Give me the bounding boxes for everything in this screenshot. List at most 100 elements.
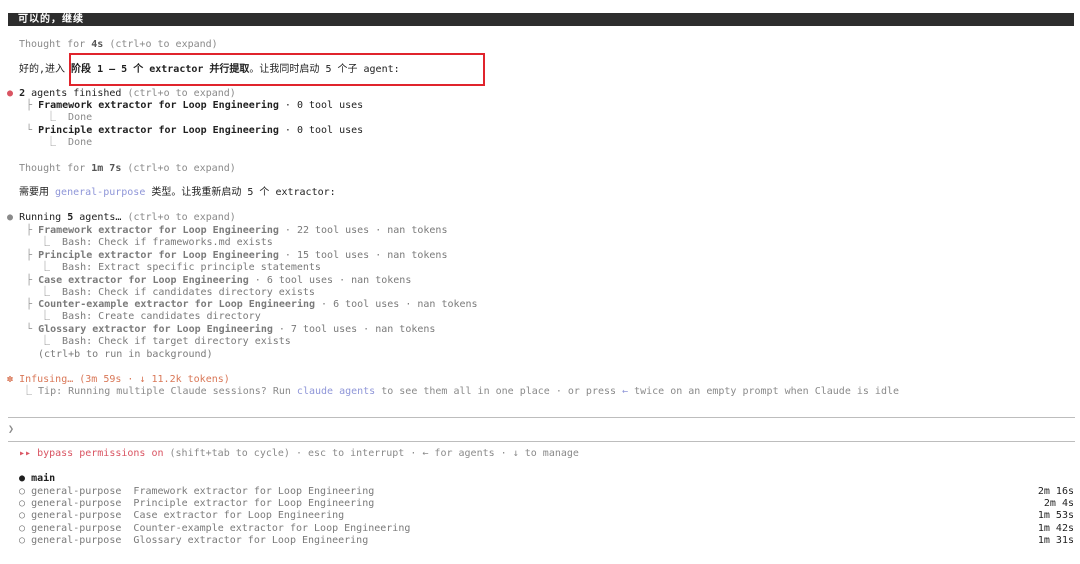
agent-activity: Bash: Check if frameworks.md exists [62,237,273,248]
agent-name: Principle extractor for Loop Engineering [38,250,279,261]
reply-tail: 类型。让我重新启动 5 个 extractor: [145,187,336,198]
status-dot-icon: ● [7,88,14,99]
agent-row[interactable]: ○ general-purpose Glossary extractor for… [19,535,1074,547]
agent-desc: Framework extractor for Loop Engineering [133,486,375,497]
agent-result: Done [68,137,93,148]
running-agent-item: ├ Framework extractor for Loop Engineeri… [26,225,447,237]
expand-hint: (ctrl+o to expand) [103,39,218,50]
unselected-dot-icon: ○ [19,510,26,521]
agent-row[interactable]: ○ general-purpose Framework extractor fo… [19,486,1074,498]
agent-stats: · 7 tool uses · nan tokens [272,324,436,335]
thought-prefix: Thought for [19,39,92,50]
agent-row-main[interactable]: ● main [19,473,55,485]
tip-text: to see them all in one place · or press [375,386,623,397]
user-message: 可以的，继续 [18,14,84,25]
prompt-chevron-icon: ❯ [8,424,15,435]
agent-time: 2m 16s [1037,486,1074,497]
result-corner-icon: ⎿ [40,287,50,298]
unselected-dot-icon: ○ [19,535,26,546]
agent-type: general-purpose [31,535,122,546]
agent-type-code: general-purpose [55,187,146,198]
status-line: ✽ Infusing… (3m 59s · ↓ 11.2k tokens) [7,374,230,386]
tree-branch-icon: ├ [26,225,33,236]
reply-lead: 好的,进入 [19,64,72,75]
result-corner-icon: ⎿ [40,336,50,347]
agent-row[interactable]: ○ general-purpose Principle extractor fo… [19,498,1074,510]
status-text: Infusing… [19,374,74,385]
running-agent-item: ├ Principle extractor for Loop Engineeri… [26,250,447,262]
agent-type: general-purpose [31,510,122,521]
agent-time: 1m 53s [1037,510,1074,521]
assistant-reply-2: 需要用 general-purpose 类型。让我重新启动 5 个 extrac… [19,187,336,199]
running-agent-item: ├ Counter-example extractor for Loop Eng… [26,299,478,311]
agent-name: Framework extractor for Loop Engineering [38,225,279,236]
agent-desc: Glossary extractor for Loop Engineering [133,535,369,546]
agent-activity: Bash: Extract specific principle stateme… [62,262,321,273]
agent-type: general-purpose [31,486,122,497]
running-agent-activity: ⎿ Bash: Check if frameworks.md exists [40,237,273,249]
agents-finished-header[interactable]: ● 2 agents finished (ctrl+o to expand) [7,88,236,100]
agent-stats: · 22 tool uses · nan tokens [278,225,448,236]
agent-name: Framework extractor for Loop Engineering [38,100,279,111]
unselected-dot-icon: ○ [19,486,26,497]
result-corner-icon: ⎿ [46,137,56,148]
finished-agent-item: ├ Framework extractor for Loop Engineeri… [26,100,363,112]
tree-branch-icon: ├ [26,250,33,261]
agent-desc: Principle extractor for Loop Engineering [133,498,375,509]
running-agents-header[interactable]: ● Running 5 agents… (ctrl+o to expand) [7,212,236,224]
agents-label: agents… [73,212,122,223]
running-agent-item: └ Glossary extractor for Loop Engineerin… [26,324,435,336]
tip-text: twice on an empty prompt when Claude is … [628,386,900,397]
result-corner-icon: ⎿ [40,262,50,273]
thought-duration: 4s [91,39,104,50]
reply-lead: 需要用 [19,187,56,198]
tree-branch-icon: └ [26,125,33,136]
agent-name: Glossary extractor for Loop Engineering [38,324,273,335]
running-agent-activity: ⎿ Bash: Create candidates directory [40,311,261,323]
agent-stats: · 15 tool uses · nan tokens [278,250,448,261]
highlight-annotation [69,53,485,86]
selected-dot-icon: ● [19,473,26,484]
agent-result: Done [68,112,93,123]
agent-stats: · 0 tool uses [278,100,364,111]
agent-time: 1m 42s [1037,523,1074,534]
agent-time: 1m 31s [1037,535,1074,546]
result-corner-icon: ⎿ [46,112,56,123]
prompt-input[interactable]: ❯ [8,424,1068,436]
background-hint: (ctrl+b to run in background) [38,349,213,360]
result-corner-icon: ⎿ [40,311,50,322]
tree-branch-icon: ├ [26,100,33,111]
thought-duration: 1m 7s [91,163,122,174]
agent-row[interactable]: ○ general-purpose Counter-example extrac… [19,523,1074,535]
permission-mode[interactable]: bypass permissions on [31,448,163,459]
thought-collapsed-1[interactable]: Thought for 4s (ctrl+o to expand) [19,39,218,51]
fast-forward-icon: ▸▸ [19,448,32,459]
result-corner-icon: ⎿ [22,386,32,397]
tree-branch-icon: ├ [26,275,33,286]
agent-name: Counter-example extractor for Loop Engin… [38,299,316,310]
running-prefix: Running [19,212,68,223]
agent-desc: Counter-example extractor for Loop Engin… [133,523,411,534]
status-meta: (3m 59s · ↓ 11.2k tokens) [73,374,230,385]
unselected-dot-icon: ○ [19,523,26,534]
footer-hints: (shift+tab to cycle) · esc to interrupt … [163,448,579,459]
thought-collapsed-2[interactable]: Thought for 1m 7s (ctrl+o to expand) [19,163,236,175]
agent-stats: · 0 tool uses [278,125,364,136]
tree-branch-icon: ├ [26,299,33,310]
expand-hint: (ctrl+o to expand) [121,163,236,174]
tree-branch-icon: └ [26,324,33,335]
agent-activity: Bash: Check if candidates directory exis… [62,287,315,298]
running-agent-activity: ⎿ Bash: Extract specific principle state… [40,262,321,274]
agent-activity: Bash: Create candidates directory [62,311,261,322]
finished-agent-item: └ Principle extractor for Loop Engineeri… [26,125,363,137]
agent-row[interactable]: ○ general-purpose Case extractor for Loo… [19,510,1074,522]
thought-prefix: Thought for [19,163,92,174]
tip-command: claude agents [296,386,376,397]
running-agent-item: ├ Case extractor for Loop Engineering · … [26,275,411,287]
agent-name: Principle extractor for Loop Engineering [38,125,279,136]
expand-hint: (ctrl+o to expand) [121,212,236,223]
agent-time: 2m 4s [1043,498,1074,509]
prompt-bottom-rule [8,441,1075,442]
tip-text: Tip: Running multiple Claude sessions? R… [38,386,297,397]
result-corner-icon: ⎿ [40,237,50,248]
